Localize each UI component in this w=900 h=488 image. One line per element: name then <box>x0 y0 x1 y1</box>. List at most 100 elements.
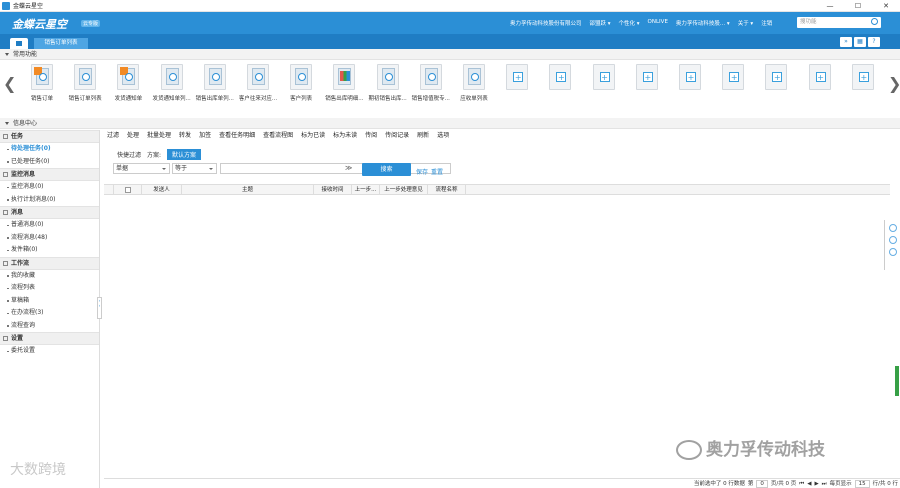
shortcut-item[interactable]: 发货通知单 <box>108 64 148 110</box>
page-input[interactable]: 0 <box>756 480 768 488</box>
shortcut-item[interactable]: + <box>497 64 537 110</box>
sidebar-item-favorites[interactable]: 我的收藏 <box>0 270 99 283</box>
sidebar-item-normal-msg[interactable]: 普通消息(0) <box>0 219 99 232</box>
first-page-button[interactable]: ⏮ <box>799 479 804 488</box>
toolbar-button[interactable]: 刷新 <box>417 130 429 142</box>
online-link[interactable]: ONLIVE <box>648 19 668 27</box>
toolbar-button[interactable]: 传阅记录 <box>385 130 409 142</box>
vertical-scrollbar[interactable] <box>895 366 899 396</box>
toolbar-button[interactable]: 传阅 <box>365 130 377 142</box>
shortcut-item[interactable]: + <box>584 64 624 110</box>
shortcut-item[interactable]: 销售增值税专... <box>411 64 451 110</box>
chat-icon[interactable] <box>888 236 897 244</box>
shortcut-item[interactable]: 销售订单列表 <box>65 64 105 110</box>
shortcut-item[interactable]: 期初销售出库... <box>368 64 408 110</box>
tab-sales-order-list[interactable]: 销售订单列表 <box>34 38 88 49</box>
common-functions-header[interactable]: 常用功能 <box>0 49 900 60</box>
shortcut-item[interactable]: 客户列表 <box>281 64 321 110</box>
search-button[interactable]: 搜索 <box>362 163 411 176</box>
next-page-button[interactable]: ▶ <box>814 479 818 488</box>
toolbar-button[interactable]: 查看任务明细 <box>219 130 255 142</box>
search-icon[interactable] <box>871 18 878 25</box>
shortcut-item[interactable]: 应收单列表 <box>454 64 494 110</box>
collapse-arrow-icon[interactable] <box>5 53 9 56</box>
last-page-button[interactable]: ⏭ <box>822 479 827 488</box>
sidebar-item-in-progress[interactable]: 在办流程(3) <box>0 307 99 320</box>
home-tab[interactable] <box>10 38 28 49</box>
shortcut-item[interactable]: + <box>800 64 840 110</box>
shortcut-item[interactable]: 销售出库明细... <box>324 64 364 110</box>
scroll-right-icon[interactable]: ❯ <box>888 74 900 93</box>
select-all-checkbox[interactable] <box>124 186 131 193</box>
shortcut-item[interactable]: + <box>540 64 580 110</box>
cloud-icon[interactable] <box>888 224 897 232</box>
col-prev-opinion[interactable]: 上一步处理意见 <box>380 185 428 194</box>
shortcut-item[interactable]: + <box>843 64 883 110</box>
shortcut-item[interactable]: 销售订单 <box>22 64 62 110</box>
col-flow-name[interactable]: 流程名称 <box>428 185 466 194</box>
shortcut-item[interactable]: + <box>713 64 753 110</box>
save-link[interactable]: 保存 <box>416 167 428 176</box>
sidebar-group-tasks[interactable]: 任务 <box>0 130 99 143</box>
sidebar-item-pending-tasks[interactable]: 待处理任务(0) <box>0 143 99 156</box>
sidebar-item-done-tasks[interactable]: 已处理任务(0) <box>0 156 99 169</box>
sidebar-item-delegate[interactable]: 委托设置 <box>0 345 99 358</box>
shortcut-item[interactable]: + <box>627 64 667 110</box>
toolbar-button[interactable]: 加签 <box>199 130 211 142</box>
org-menu[interactable]: 奥力孚传动科技股... ▾ <box>676 19 730 27</box>
sidebar-item-monitor-msg[interactable]: 监控消息(0) <box>0 181 99 194</box>
sidebar-group-messages[interactable]: 消息 <box>0 206 99 219</box>
default-scheme-button[interactable]: 默认方案 <box>167 149 202 160</box>
shortcut-item[interactable]: + <box>756 64 796 110</box>
user-menu[interactable]: 邵盟跃 ▾ <box>590 19 611 27</box>
quick-filter-label[interactable]: 快捷过滤 <box>117 150 141 159</box>
reset-link[interactable]: 重置 <box>431 167 443 176</box>
toolbar-button[interactable]: 批量处理 <box>147 130 171 142</box>
shortcut-item[interactable]: 发货通知单列... <box>152 64 192 110</box>
toolbar-button[interactable]: 转发 <box>179 130 191 142</box>
prev-page-button[interactable]: ◀ <box>807 479 811 488</box>
close-button[interactable]: ✕ <box>872 0 900 12</box>
grid-menu-icon[interactable]: ▦ <box>854 37 866 47</box>
sidebar-item-plan-msg[interactable]: 执行计划消息(0) <box>0 194 99 207</box>
more-tabs-button[interactable]: » <box>840 37 852 47</box>
select-all-col[interactable] <box>114 185 142 194</box>
shortcut-item[interactable]: 销售出库单列... <box>195 64 235 110</box>
help-icon[interactable]: ? <box>868 37 880 47</box>
per-page-select[interactable]: 15 <box>854 480 870 488</box>
shortcut-item[interactable]: + <box>670 64 710 110</box>
toolbar-button[interactable]: 标为未读 <box>333 130 357 142</box>
col-received-time[interactable]: 接收时间 <box>314 185 352 194</box>
toolbar-button[interactable]: 查看流程图 <box>263 130 293 142</box>
sidebar-group-monitor[interactable]: 监控消息 <box>0 168 99 181</box>
col-sender[interactable]: 发送人 <box>142 185 182 194</box>
sidebar-group-workflow[interactable]: 工作流 <box>0 256 99 270</box>
shortcut-item[interactable]: 客户往来对应... <box>238 64 278 110</box>
scroll-left-icon[interactable]: ❮ <box>3 74 16 93</box>
sidebar-item-flow-list[interactable]: 流程列表 <box>0 282 99 295</box>
toolbar-button[interactable]: 标为已读 <box>301 130 325 142</box>
toolbar-button[interactable]: 处理 <box>127 130 139 142</box>
col-subject[interactable]: 主题 <box>182 185 314 194</box>
sidebar-item-flow-msg[interactable]: 流程消息(48) <box>0 232 99 245</box>
sidebar-item-drafts[interactable]: 草稿箱 <box>0 295 99 308</box>
maximize-button[interactable]: ☐ <box>844 0 872 12</box>
filter-field-select[interactable]: 单据 <box>113 163 170 174</box>
logout-link[interactable]: 注销 <box>761 19 772 27</box>
col-prev-step[interactable]: 上一步... <box>352 185 380 194</box>
star-icon[interactable] <box>888 248 897 256</box>
toolbar-button[interactable]: 选项 <box>437 130 449 142</box>
sidebar-group-settings[interactable]: 设置 <box>0 332 99 345</box>
sidebar-item-outbox[interactable]: 发件箱(0) <box>0 244 99 257</box>
toolbar-button[interactable]: 过滤 <box>107 130 119 142</box>
sidebar-item-flow-query[interactable]: 流程查询 <box>0 320 99 333</box>
filter-operator-select[interactable]: 等于 <box>172 163 217 174</box>
expand-filter-icon[interactable]: ≫ <box>345 164 352 172</box>
function-search-input[interactable]: 搜功能 <box>797 17 881 28</box>
sidebar-collapse-handle[interactable]: › ‹ <box>97 297 102 319</box>
about-menu[interactable]: 关于 ▾ <box>738 19 754 27</box>
collapse-arrow-icon[interactable] <box>5 122 9 125</box>
info-center-header[interactable]: 信息中心 <box>0 118 900 129</box>
personalize-menu[interactable]: 个性化 ▾ <box>619 19 640 27</box>
minimize-button[interactable]: — <box>816 0 844 12</box>
